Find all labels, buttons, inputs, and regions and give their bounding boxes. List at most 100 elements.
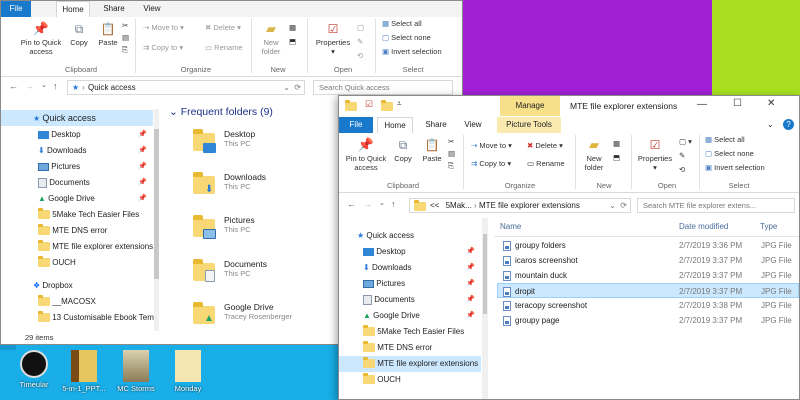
select-none-button[interactable]: ▢ Select none (705, 149, 754, 159)
history-icon[interactable]: ⟲ (357, 51, 363, 61)
desktop-icon-mc-storms[interactable]: MC Storms (110, 350, 162, 393)
dropdown-icon[interactable]: ⌄ (609, 199, 616, 212)
refresh-icon[interactable]: ⟳ (620, 199, 627, 212)
nav-item-documents[interactable]: Documents 📌 (1, 175, 153, 191)
shortcut-icon[interactable]: ⎘ (122, 45, 128, 55)
up-arrow-icon[interactable]: ↑ (53, 81, 58, 91)
quick-properties-icon[interactable]: ☑ (365, 99, 373, 110)
column-header-name[interactable]: Name (500, 222, 521, 231)
file-row-groupy-folders[interactable]: groupy folders 2/7/2019 3:36 PM JPG File (497, 238, 799, 253)
open-icon[interactable]: ▢ ▾ (679, 137, 692, 147)
properties-button[interactable]: ☑ Properties ▾ (313, 20, 353, 56)
nav-item-5make-tech-easier-files[interactable]: 5Make Tech Easier Files (339, 324, 481, 340)
nav-scrollbar[interactable] (154, 109, 159, 331)
frequent-folder-google-drive[interactable]: ▲ Google Drive Tracey Rosenberger (193, 300, 333, 336)
new-item-icon[interactable]: ▦ (289, 23, 296, 33)
new-folder-button[interactable]: ▰ New folder (579, 136, 609, 172)
nav-item-desktop[interactable]: Desktop 📌 (1, 127, 153, 143)
breadcrumb-segment-current[interactable]: MTE file explorer extensions (479, 201, 580, 210)
refresh-icon[interactable]: ⟳ (294, 81, 301, 94)
pin-quick-access-button[interactable]: 📌 Pin to Quick access (341, 136, 391, 172)
customize-toolbar-icon[interactable]: ⩡ (397, 99, 402, 109)
delete-button[interactable]: ✖ Delete ▾ (205, 23, 241, 33)
nav-item-pictures[interactable]: Pictures 📌 (339, 276, 481, 292)
edit-icon[interactable]: ✎ (679, 151, 685, 161)
copy-path-icon[interactable]: ▤ (448, 149, 455, 159)
nav-item-google-drive[interactable]: ▲ Google Drive 📌 (339, 308, 481, 324)
tab-view[interactable]: View (458, 117, 488, 133)
desktop-icon-timeular[interactable]: Timeular (8, 350, 60, 389)
copy-to-button[interactable]: ⇉ Copy to ▾ (143, 43, 183, 53)
paste-button[interactable]: 📋 Paste (419, 136, 445, 163)
nav-item-ouch[interactable]: OUCH (1, 255, 153, 271)
frequent-folder-downloads[interactable]: ⬇ Downloads This PC (193, 170, 313, 206)
tab-file[interactable]: File (339, 117, 373, 133)
column-header-date-modified[interactable]: Date modified (679, 222, 728, 231)
easy-access-icon[interactable]: ⬒ (289, 37, 296, 47)
expand-ribbon-icon[interactable]: ⌄ (767, 120, 774, 129)
nav-item-mte-dns-error[interactable]: MTE DNS error (1, 223, 153, 239)
address-field[interactable]: ★ › Quick access ⌄ ⟳ (67, 80, 305, 95)
tab-share[interactable]: Share (97, 1, 131, 17)
edit-icon[interactable]: ✎ (357, 37, 363, 47)
address-field[interactable]: << 5Mak... › MTE file explorer extension… (409, 198, 631, 213)
shortcut-icon[interactable]: ⎘ (448, 161, 454, 171)
up-arrow-icon[interactable]: ↑ (391, 199, 396, 209)
nav-item-desktop[interactable]: Desktop 📌 (339, 244, 481, 260)
delete-button[interactable]: ✖ Delete ▾ (527, 141, 563, 151)
frequent-folders-header[interactable]: ⌄ Frequent folders (9) (169, 106, 273, 118)
breadcrumb-segment-5make[interactable]: 5Mak... (446, 201, 472, 210)
nav-item-mte-dns-error[interactable]: MTE DNS error (339, 340, 481, 356)
new-item-icon[interactable]: ▦ (613, 139, 620, 149)
nav-item-ouch[interactable]: OUCH (339, 372, 481, 388)
copy-button[interactable]: ⧉ Copy (391, 136, 415, 163)
invert-selection-button[interactable]: ▣ Invert selection (705, 163, 765, 173)
new-folder-button[interactable]: ▰ New folder (257, 20, 285, 56)
cut-icon[interactable]: ✂ (122, 21, 128, 31)
tab-share[interactable]: Share (419, 117, 453, 133)
tab-home[interactable]: Home (377, 117, 413, 133)
properties-button[interactable]: ☑ Properties ▾ (635, 136, 675, 172)
file-row-mountain-duck[interactable]: mountain duck 2/7/2019 3:37 PM JPG File (497, 268, 799, 283)
select-all-button[interactable]: ▦ Select all (382, 19, 422, 29)
nav-item-pictures[interactable]: Pictures 📌 (1, 159, 153, 175)
nav-item-downloads[interactable]: ⬇ Downloads 📌 (339, 260, 481, 276)
nav-item-mte-file-explorer-extensions[interactable]: MTE file explorer extensions (1, 239, 153, 255)
search-input[interactable]: Search MTE file explorer extens... (637, 198, 795, 213)
history-icon[interactable]: ⟲ (679, 165, 685, 175)
new-folder-quick-icon[interactable] (381, 100, 393, 111)
move-to-button[interactable]: ⇢ Move to ▾ (471, 141, 512, 151)
close-icon[interactable]: ✕ (767, 98, 775, 109)
pin-quick-access-button[interactable]: 📌 Pin to Quick access (17, 20, 65, 56)
nav-item-documents[interactable]: Documents 📌 (339, 292, 481, 308)
copy-path-icon[interactable]: ▤ (122, 33, 129, 43)
desktop-icon-ppt[interactable]: 5-in-1_PPT... (58, 350, 110, 393)
open-icon[interactable]: ▢ (357, 23, 364, 33)
invert-selection-button[interactable]: ▣ Invert selection (382, 47, 442, 57)
nav-item-downloads[interactable]: ⬇ Downloads 📌 (1, 143, 153, 159)
back-arrow-icon[interactable]: ← (347, 199, 356, 209)
cut-icon[interactable]: ✂ (448, 137, 454, 147)
search-input[interactable]: Search Quick access (313, 80, 453, 95)
forward-arrow-icon[interactable]: → (25, 81, 34, 91)
nav-scrollbar[interactable] (482, 218, 488, 399)
tab-file[interactable]: File (1, 1, 31, 17)
file-row-dropit[interactable]: dropit 2/7/2019 3:37 PM JPG File (497, 283, 799, 298)
frequent-folder-pictures[interactable]: Pictures This PC (193, 213, 313, 249)
file-row-groupy-page[interactable]: groupy page 2/7/2019 3:37 PM JPG File (497, 313, 799, 328)
nav-item-google-drive[interactable]: ▲ Google Drive 📌 (1, 191, 153, 207)
recent-locations-icon[interactable]: ⌄ (41, 81, 47, 89)
file-row-icaros-screenshot[interactable]: icaros screenshot 2/7/2019 3:37 PM JPG F… (497, 253, 799, 268)
nav-item-ebook-templates[interactable]: 13 Customisable Ebook Tem (1, 310, 154, 326)
manage-tab[interactable]: Manage (500, 96, 560, 116)
tab-view[interactable]: View (137, 1, 167, 17)
tab-home[interactable]: Home (56, 1, 90, 17)
desktop-icon-monday[interactable]: Monday (162, 350, 214, 393)
nav-item-dropbox[interactable]: ❖ Dropbox (1, 278, 153, 294)
nav-item-macosx[interactable]: __MACOSX (1, 294, 153, 310)
breadcrumb-overflow[interactable]: << (430, 201, 439, 210)
rename-button[interactable]: ▭ Rename (527, 159, 565, 169)
select-none-button[interactable]: ▢ Select none (382, 33, 431, 43)
column-header-type[interactable]: Type (760, 222, 777, 231)
help-icon[interactable]: ? (783, 119, 794, 130)
